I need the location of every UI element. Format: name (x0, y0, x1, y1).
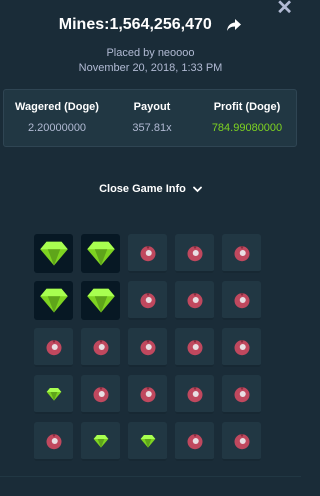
mine-icon (140, 339, 155, 355)
board-tile (128, 234, 167, 273)
profit-label: Profit (Doge) (213, 101, 281, 113)
mine-icon (187, 386, 202, 402)
board-tile (175, 234, 214, 273)
board-tile (34, 328, 73, 367)
board-tile (222, 234, 261, 273)
board-tile (128, 281, 167, 320)
mine-icon (46, 339, 61, 355)
gem-icon (86, 241, 115, 265)
payout-label: Payout (133, 101, 171, 113)
mine-icon (234, 339, 249, 355)
profit-value: 784.99080000 (211, 122, 283, 134)
toggle-label: Close Game Info (99, 183, 186, 195)
board-tile (222, 281, 261, 320)
gem-icon (86, 288, 115, 312)
board-tile (81, 234, 120, 273)
mine-icon (187, 292, 202, 308)
board-tile (34, 234, 73, 273)
board-tile (222, 375, 261, 414)
board-tile (175, 375, 214, 414)
chevron-down-icon (193, 186, 202, 192)
wagered-value: 2.20000000 (27, 122, 87, 134)
game-title: Mines:1,564,256,470 (58, 16, 212, 33)
payout-value: 357.81x (132, 122, 172, 134)
share-icon[interactable] (226, 18, 242, 32)
mine-icon (234, 292, 249, 308)
mine-icon (234, 386, 249, 402)
board-tile (128, 375, 167, 414)
bet-stats-panel: Wagered (Doge) Payout Profit (Doge) 2.20… (3, 89, 297, 147)
mine-icon (46, 433, 61, 449)
mine-icon (93, 386, 108, 402)
mine-icon (187, 339, 202, 355)
board-tile (222, 422, 261, 461)
gem-icon (39, 241, 68, 265)
board-tile (81, 328, 120, 367)
board-tile (34, 375, 73, 414)
board-tile (175, 422, 214, 461)
bet-date: November 20, 2018, 1:33 PM (78, 62, 223, 74)
placed-by: Placed by neoooo (106, 47, 195, 59)
gem-icon (140, 434, 155, 448)
mine-icon (187, 245, 202, 261)
wagered-label: Wagered (Doge) (15, 101, 99, 113)
mine-icon (140, 292, 155, 308)
mine-icon (140, 386, 155, 402)
board-tile (34, 422, 73, 461)
gem-icon (46, 387, 61, 401)
board-tile (81, 375, 120, 414)
board-tile (175, 281, 214, 320)
board-tile (81, 422, 120, 461)
bottom-bar (0, 476, 301, 496)
board-tile (128, 422, 167, 461)
close-game-info-toggle[interactable]: Close Game Info (0, 183, 301, 195)
mine-icon (234, 433, 249, 449)
gem-icon (93, 434, 108, 448)
board-tile (128, 328, 167, 367)
board-tile (175, 328, 214, 367)
game-title-row: Mines:1,564,256,470 (0, 16, 301, 34)
board-tile (81, 281, 120, 320)
board-tile (222, 328, 261, 367)
mines-board (34, 234, 261, 461)
mine-icon (234, 245, 249, 261)
board-tile (34, 281, 73, 320)
mine-icon (93, 339, 108, 355)
mine-icon (140, 245, 155, 261)
gem-icon (39, 288, 68, 312)
mine-icon (187, 433, 202, 449)
